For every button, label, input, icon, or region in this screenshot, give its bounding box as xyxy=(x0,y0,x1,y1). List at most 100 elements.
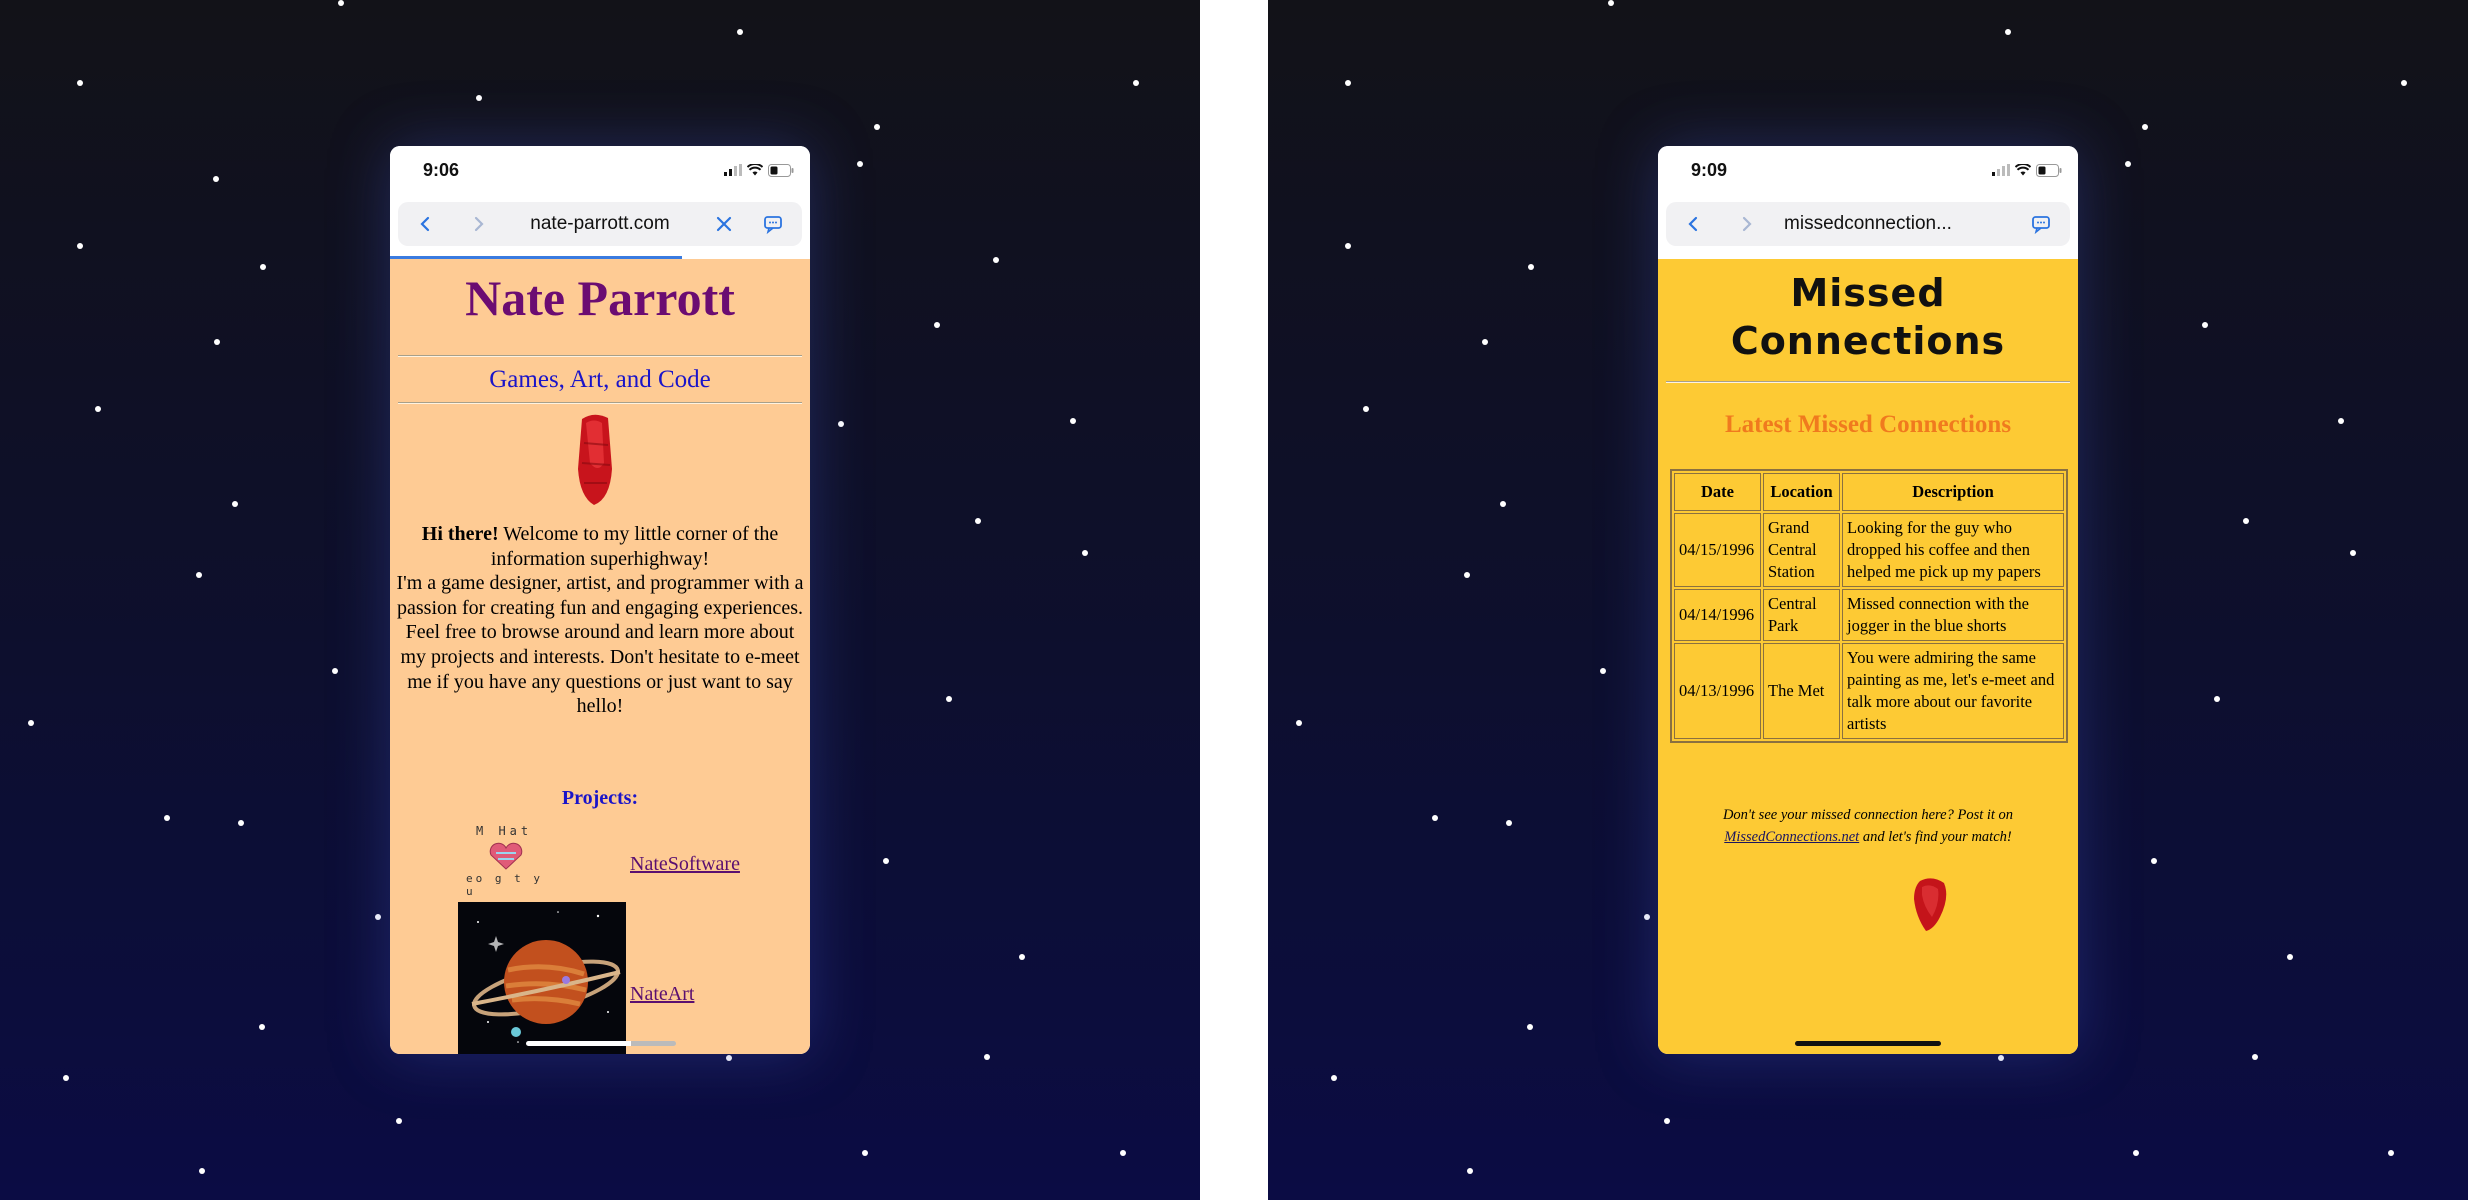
thumbnail-text-bottom: eo g t y u xyxy=(466,872,543,898)
url-text[interactable]: nate-parrott.com xyxy=(468,202,732,246)
star xyxy=(2151,858,2157,864)
signal-icon xyxy=(1992,164,2010,176)
star xyxy=(238,820,244,826)
star xyxy=(883,858,889,864)
back-chevron-icon[interactable] xyxy=(416,214,436,234)
star xyxy=(1363,406,1369,412)
star xyxy=(1082,550,1088,556)
star xyxy=(1664,1118,1670,1124)
star xyxy=(63,1075,69,1081)
star xyxy=(1432,815,1438,821)
nateart-thumbnail[interactable] xyxy=(458,902,626,1054)
star xyxy=(1345,80,1351,86)
footer-text: Don't see your missed connection here? P… xyxy=(1678,804,2058,848)
star xyxy=(2142,124,2148,130)
status-bar: 9:09 xyxy=(1658,146,2078,198)
horizontal-rule xyxy=(398,402,802,404)
star xyxy=(164,815,170,821)
star xyxy=(1998,1055,2004,1061)
intro-welcome: Welcome to my little corner of the infor… xyxy=(490,523,779,570)
star xyxy=(1331,1075,1337,1081)
star xyxy=(1506,820,1512,826)
star xyxy=(993,257,999,263)
table-cell-location: Grand Central Station xyxy=(1763,513,1840,587)
star xyxy=(95,406,101,412)
table-cell-description: Missed connection with the jogger in the… xyxy=(1842,589,2064,641)
home-indicator xyxy=(526,1041,676,1046)
star xyxy=(260,264,266,270)
connections-table: Date Location Description 04/15/1996 Gra… xyxy=(1670,469,2068,743)
star xyxy=(214,339,220,345)
phone-frame-left: 9:06 nate-parrott.com Nate Parrott Games… xyxy=(390,146,810,1054)
status-icons xyxy=(1992,162,2062,178)
missed-connections-page: Missed Connections Latest Missed Connect… xyxy=(1658,259,2078,1054)
star xyxy=(874,124,880,130)
chat-bubble-icon[interactable] xyxy=(2031,214,2051,234)
star xyxy=(1345,243,1351,249)
table-cell-location: Central Park xyxy=(1763,589,1840,641)
star xyxy=(1464,572,1470,578)
horizontal-rule xyxy=(398,355,802,357)
url-text[interactable]: missedconnection... xyxy=(1736,202,2000,246)
thumbnail-text-top: M Hat xyxy=(476,824,533,838)
star xyxy=(77,243,83,249)
star xyxy=(213,176,219,182)
star xyxy=(2401,80,2407,86)
red-gem-graphic xyxy=(578,414,612,505)
natesoftware-link[interactable]: NateSoftware xyxy=(630,853,740,876)
star xyxy=(975,518,981,524)
star xyxy=(1133,80,1139,86)
left-background-panel: 9:06 nate-parrott.com Nate Parrott Games… xyxy=(0,0,1200,1200)
intro-text: Hi there! Welcome to my little corner of… xyxy=(396,522,804,719)
back-chevron-icon[interactable] xyxy=(1684,214,1704,234)
star xyxy=(1120,1150,1126,1156)
status-time: 9:06 xyxy=(423,160,460,180)
star xyxy=(1608,0,1614,6)
nate-parrott-page: Nate Parrott Games, Art, and Code Hi the… xyxy=(390,259,810,1054)
table-row: 04/14/1996 Central Park Missed connectio… xyxy=(1674,589,2064,641)
star xyxy=(2350,550,2356,556)
star xyxy=(2005,29,2011,35)
table-cell-date: 04/14/1996 xyxy=(1674,589,1761,641)
signal-icon xyxy=(724,164,742,176)
star xyxy=(1527,1024,1533,1030)
star xyxy=(2125,161,2131,167)
heart-icon xyxy=(489,842,523,870)
chat-bubble-icon[interactable] xyxy=(763,214,783,234)
page-title-line-2: Connections xyxy=(1730,319,2006,363)
star xyxy=(476,95,482,101)
close-icon[interactable] xyxy=(714,214,734,234)
natesoftware-thumbnail[interactable]: M Hat eo g t y u xyxy=(466,824,556,898)
home-indicator xyxy=(1795,1041,1941,1046)
star xyxy=(1296,720,1302,726)
nateart-link[interactable]: NateArt xyxy=(630,983,694,1006)
intro-line-1: Hi there! Welcome to my little corner of… xyxy=(422,523,778,570)
star xyxy=(1467,1168,1473,1174)
intro-greeting: Hi there! xyxy=(421,523,499,545)
table-cell-location: The Met xyxy=(1763,643,1840,739)
phone-frame-right: 9:09 missedconnection... Missed Connecti… xyxy=(1658,146,2078,1054)
saturn-planet-image xyxy=(471,911,621,1043)
star xyxy=(934,322,940,328)
right-background-panel: 9:09 missedconnection... Missed Connecti… xyxy=(1268,0,2468,1200)
battery-icon xyxy=(2036,163,2062,177)
missedconnections-link[interactable]: MissedConnections.net xyxy=(1724,829,1859,845)
table-row: 04/13/1996 The Met You were admiring the… xyxy=(1674,643,2064,739)
address-bar[interactable]: missedconnection... xyxy=(1666,202,2070,246)
star xyxy=(1070,418,1076,424)
intro-line-2: I'm a game designer, artist, and program… xyxy=(396,572,804,619)
address-bar[interactable]: nate-parrott.com xyxy=(398,202,802,246)
star xyxy=(1644,914,1650,920)
table-cell-description: Looking for the guy who dropped his coff… xyxy=(1842,513,2064,587)
star xyxy=(2133,1150,2139,1156)
star xyxy=(2338,418,2344,424)
star xyxy=(2287,954,2293,960)
wifi-icon xyxy=(2015,164,2031,176)
star xyxy=(857,161,863,167)
battery-icon xyxy=(768,163,794,177)
star xyxy=(1019,954,1025,960)
star xyxy=(338,0,344,6)
table-header: Date xyxy=(1674,473,1761,511)
star xyxy=(28,720,34,726)
star xyxy=(2214,696,2220,702)
